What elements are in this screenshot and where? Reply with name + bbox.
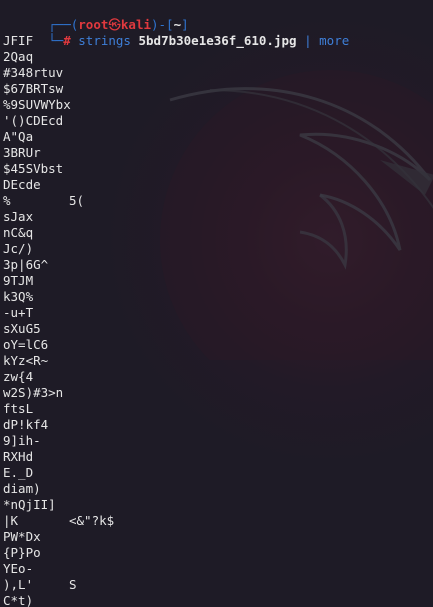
output-text: zw{4 — [3, 369, 34, 384]
output-line: {P}Po — [3, 545, 433, 561]
output-text: 2Qaq — [3, 49, 34, 64]
output-line: nC&q — [3, 225, 433, 241]
output-line: 9]ih- — [3, 433, 433, 449]
output-text: kYz<R~ — [3, 353, 49, 368]
output-line: oY=lC6 — [3, 337, 433, 353]
output-text: ),L' — [3, 577, 34, 592]
output-line: RXHd — [3, 449, 433, 465]
output-text: #348rtuv — [3, 65, 64, 80]
output-text: -u+T — [3, 305, 34, 320]
output-text-col2: S — [69, 577, 77, 592]
output-text: '()CDEcd — [3, 113, 64, 128]
output-line: $67BRTsw — [3, 81, 433, 97]
output-text: %9SUVWYbx — [3, 97, 71, 112]
output-text: YEo- — [3, 561, 34, 576]
output-text: w2S)#3>n — [3, 385, 64, 400]
command-line[interactable]: └─# strings 5bd7b30e1e36f_610.jpg | more — [3, 17, 433, 48]
output-line: PW*Dx — [3, 529, 433, 545]
output-text: % — [3, 193, 11, 208]
output-line: |K <&"?k$ — [3, 513, 433, 529]
output-text: nC&q — [3, 225, 34, 240]
output-text: dP!kf4 — [3, 417, 49, 432]
terminal-content: ┌──(root㉿kali)-[~] └─# strings 5bd7b30e1… — [3, 1, 433, 607]
output-line: k3Q% — [3, 289, 433, 305]
output-line: sXuG5 — [3, 321, 433, 337]
output-line: zw{4 — [3, 369, 433, 385]
output-text: k3Q% — [3, 289, 34, 304]
output-line: 9TJM — [3, 273, 433, 289]
output-line: YEo- — [3, 561, 433, 577]
output-text: oY=lC6 — [3, 337, 49, 352]
output-line: #348rtuv — [3, 65, 433, 81]
terminal-window[interactable]: ┌──(root㉿kali)-[~] └─# strings 5bd7b30e1… — [0, 0, 433, 607]
output-line: w2S)#3>n — [3, 385, 433, 401]
output-text: sXuG5 — [3, 321, 41, 336]
output-text: E._D — [3, 465, 34, 480]
output-text: DEcde — [3, 177, 41, 192]
strings-output: JFIF 2Qaq #348rtuv $67BRTsw %9SUVWYbx '(… — [3, 33, 433, 607]
output-text: PW*Dx — [3, 529, 41, 544]
output-text: 3p|6G^ — [3, 257, 49, 272]
output-line: 3p|6G^ — [3, 257, 433, 273]
output-text: RXHd — [3, 449, 34, 464]
output-line: % 5( — [3, 193, 433, 209]
output-line: C*t) — [3, 593, 433, 607]
output-line: ),L' S — [3, 577, 433, 593]
output-line: A"Qa — [3, 129, 433, 145]
output-line: *nQjII] — [3, 497, 433, 513]
output-text: ftsL — [3, 401, 34, 416]
output-line: E._D — [3, 465, 433, 481]
output-line: %9SUVWYbx — [3, 97, 433, 113]
output-text: C*t) — [3, 593, 34, 607]
output-line: ftsL — [3, 401, 433, 417]
output-line: kYz<R~ — [3, 353, 433, 369]
output-line: Jc/) — [3, 241, 433, 257]
output-line: -u+T — [3, 305, 433, 321]
output-text: Jc/) — [3, 241, 34, 256]
output-text: {P}Po — [3, 545, 41, 560]
output-line: JFIF — [3, 33, 433, 49]
prompt-line: ┌──(root㉿kali)-[~] — [3, 1, 433, 32]
output-line: DEcde — [3, 177, 433, 193]
output-text: $67BRTsw — [3, 81, 64, 96]
output-text: diam) — [3, 481, 41, 496]
output-text: $45SVbst — [3, 161, 64, 176]
output-text: 9TJM — [3, 273, 34, 288]
output-text: 9]ih- — [3, 433, 41, 448]
output-line: dP!kf4 — [3, 417, 433, 433]
output-line: '()CDEcd — [3, 113, 433, 129]
output-line: $45SVbst — [3, 161, 433, 177]
output-text: A"Qa — [3, 129, 34, 144]
output-text: 3BRUr — [3, 145, 41, 160]
output-text: |K — [3, 513, 19, 528]
output-text: sJax — [3, 209, 34, 224]
output-line: 3BRUr — [3, 145, 433, 161]
output-text: *nQjII] — [3, 497, 56, 512]
output-text: JFIF — [3, 33, 34, 48]
output-text-col2: 5( — [69, 193, 85, 208]
output-line: sJax — [3, 209, 433, 225]
output-text-col2: <&"?k$ — [69, 513, 115, 528]
output-line: diam) — [3, 481, 433, 497]
output-line: 2Qaq — [3, 49, 433, 65]
